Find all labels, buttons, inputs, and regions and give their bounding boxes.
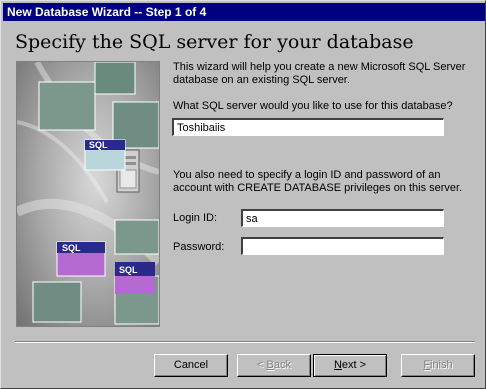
login-id-label: Login ID: [173, 212, 218, 224]
intro-line-1: This wizard will help you create a new M… [173, 61, 466, 73]
intro-line-2: database on an existing SQL server. [173, 74, 350, 86]
next-button[interactable]: Next > [313, 354, 387, 377]
cancel-button[interactable]: Cancel [154, 354, 228, 377]
password-label: Password: [173, 241, 225, 253]
illustration-graphic: SQL SQL SQL [17, 62, 159, 326]
page-title: Specify the SQL server for your database [15, 31, 414, 53]
back-button-accelerator: B [266, 359, 274, 371]
sql-badge-top: SQL [89, 140, 108, 150]
wizard-illustration: SQL SQL SQL [16, 61, 160, 327]
back-button[interactable]: < Back [237, 354, 311, 377]
finish-button[interactable]: Finish [401, 354, 475, 377]
sql-server-input[interactable] [172, 118, 444, 136]
next-button-label: ext > [341, 359, 367, 371]
login-info-line-2: account with CREATE DATABASE privileges … [173, 182, 463, 194]
server-question-label: What SQL server would you like to use fo… [173, 100, 453, 112]
finish-button-label: inish [430, 359, 453, 371]
sql-badge-left: SQL [62, 243, 81, 253]
login-info-line-1: You also need to specify a login ID and … [173, 169, 441, 181]
sql-badge-right: SQL [119, 265, 138, 275]
next-button-accelerator: N [333, 359, 342, 371]
wizard-window: New Database Wizard -- Step 1 of 4 Speci… [0, 0, 486, 389]
back-button-prefix: < [257, 359, 267, 371]
window-title: New Database Wizard -- Step 1 of 4 [3, 3, 485, 21]
button-separator [15, 341, 475, 343]
back-button-label: ack [273, 359, 291, 371]
password-input[interactable] [241, 237, 444, 255]
login-id-input[interactable] [241, 209, 444, 227]
